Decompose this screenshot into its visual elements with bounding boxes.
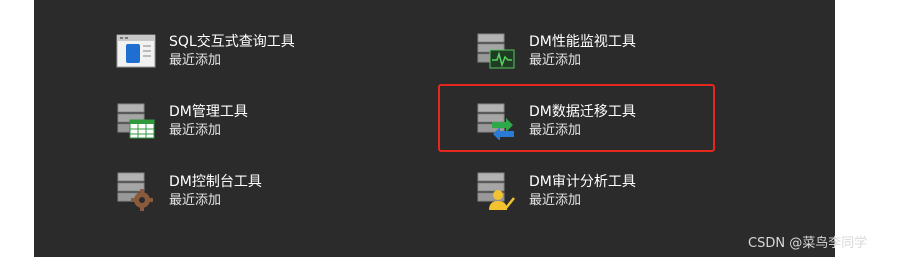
console-gear-icon bbox=[115, 170, 157, 212]
tool-title: DM性能监视工具 bbox=[529, 33, 636, 50]
tool-subtitle: 最近添加 bbox=[169, 52, 222, 68]
sql-window-icon bbox=[115, 30, 157, 72]
audit-user-icon bbox=[475, 170, 517, 212]
tool-subtitle: 最近添加 bbox=[169, 122, 222, 138]
tool-subtitle: 最近添加 bbox=[529, 192, 582, 208]
tool-title: DM控制台工具 bbox=[169, 173, 262, 190]
tool-dm-manager[interactable]: DM管理工具 最近添加 bbox=[115, 96, 375, 146]
performance-monitor-icon bbox=[475, 30, 517, 72]
tool-title: SQL交互式查询工具 bbox=[169, 33, 295, 50]
manager-table-icon bbox=[115, 100, 157, 142]
tool-title: DM管理工具 bbox=[169, 103, 248, 120]
tool-console[interactable]: DM控制台工具 最近添加 bbox=[115, 166, 375, 216]
tool-title: DM审计分析工具 bbox=[529, 173, 636, 190]
watermark: CSDN @菜鸟李同学 bbox=[748, 236, 868, 251]
tool-audit-analysis[interactable]: DM审计分析工具 最近添加 bbox=[475, 166, 735, 216]
tool-performance-monitor[interactable]: DM性能监视工具 最近添加 bbox=[475, 26, 735, 76]
tool-sql-query[interactable]: SQL交互式查询工具 最近添加 bbox=[115, 26, 375, 76]
tool-subtitle: 最近添加 bbox=[529, 52, 582, 68]
tool-subtitle: 最近添加 bbox=[169, 192, 222, 208]
highlight-box bbox=[438, 84, 715, 152]
